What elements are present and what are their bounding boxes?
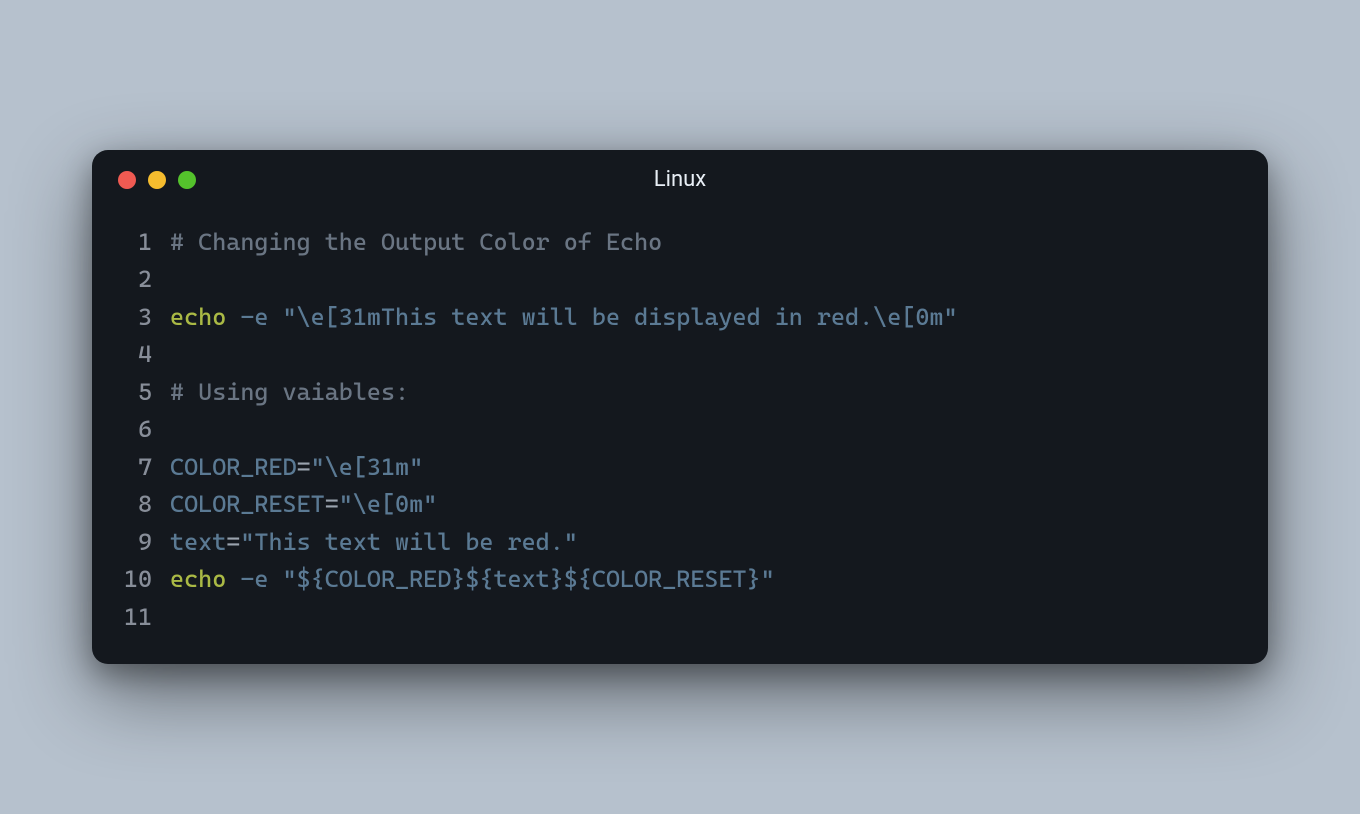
line-number: 2 bbox=[116, 261, 170, 299]
titlebar: Linux bbox=[92, 150, 1268, 210]
code-token bbox=[226, 565, 240, 593]
code-line: 9text="This text will be red." bbox=[116, 524, 1244, 562]
code-token: "\e[31mThis text will be displayed in re… bbox=[283, 303, 958, 331]
code-token bbox=[226, 303, 240, 331]
code-line: 4 bbox=[116, 336, 1244, 374]
code-token: COLOR_RED bbox=[170, 453, 297, 481]
line-number: 8 bbox=[116, 486, 170, 524]
line-content[interactable]: echo -e "\e[31mThis text will be display… bbox=[170, 299, 1244, 337]
line-number: 5 bbox=[116, 374, 170, 412]
line-number: 3 bbox=[116, 299, 170, 337]
line-number: 6 bbox=[116, 411, 170, 449]
line-content[interactable] bbox=[170, 411, 1244, 449]
line-number: 10 bbox=[116, 561, 170, 599]
code-area[interactable]: 1# Changing the Output Color of Echo23ec… bbox=[92, 210, 1268, 637]
code-line: 2 bbox=[116, 261, 1244, 299]
zoom-icon[interactable] bbox=[178, 171, 196, 189]
window-title: Linux bbox=[92, 167, 1268, 192]
line-number: 7 bbox=[116, 449, 170, 487]
line-content[interactable] bbox=[170, 261, 1244, 299]
code-line: 10echo -e "${COLOR_RED}${text}${COLOR_RE… bbox=[116, 561, 1244, 599]
code-token: -e bbox=[240, 303, 268, 331]
code-token: "\e[31m" bbox=[311, 453, 424, 481]
code-token: = bbox=[226, 528, 240, 556]
code-token: ${COLOR_RED}${text}${COLOR_RESET} bbox=[297, 565, 761, 593]
code-line: 5# Using vaiables: bbox=[116, 374, 1244, 412]
code-line: 3echo -e "\e[31mThis text will be displa… bbox=[116, 299, 1244, 337]
line-content[interactable]: COLOR_RED="\e[31m" bbox=[170, 449, 1244, 487]
line-content[interactable] bbox=[170, 336, 1244, 374]
line-number: 1 bbox=[116, 224, 170, 262]
line-number: 4 bbox=[116, 336, 170, 374]
window-controls bbox=[118, 171, 196, 189]
line-content[interactable]: COLOR_RESET="\e[0m" bbox=[170, 486, 1244, 524]
code-token: " bbox=[761, 565, 775, 593]
code-token: COLOR_RESET bbox=[170, 490, 325, 518]
line-content[interactable]: # Using vaiables: bbox=[170, 374, 1244, 412]
line-number: 11 bbox=[116, 599, 170, 637]
code-token: text bbox=[170, 528, 226, 556]
code-token bbox=[268, 565, 282, 593]
code-token: echo bbox=[170, 565, 226, 593]
line-number: 9 bbox=[116, 524, 170, 562]
minimize-icon[interactable] bbox=[148, 171, 166, 189]
code-token: = bbox=[297, 453, 311, 481]
code-token: # Changing the Output Color of Echo bbox=[170, 228, 662, 256]
line-content[interactable] bbox=[170, 599, 1244, 637]
code-line: 6 bbox=[116, 411, 1244, 449]
code-token bbox=[268, 303, 282, 331]
code-token: # Using vaiables: bbox=[170, 378, 409, 406]
code-line: 7COLOR_RED="\e[31m" bbox=[116, 449, 1244, 487]
line-content[interactable]: text="This text will be red." bbox=[170, 524, 1244, 562]
code-token: "\e[0m" bbox=[339, 490, 437, 518]
code-token: -e bbox=[240, 565, 268, 593]
code-token: echo bbox=[170, 303, 226, 331]
code-line: 11 bbox=[116, 599, 1244, 637]
close-icon[interactable] bbox=[118, 171, 136, 189]
line-content[interactable]: # Changing the Output Color of Echo bbox=[170, 224, 1244, 262]
code-token: "This text will be red." bbox=[240, 528, 578, 556]
code-line: 1# Changing the Output Color of Echo bbox=[116, 224, 1244, 262]
code-line: 8COLOR_RESET="\e[0m" bbox=[116, 486, 1244, 524]
terminal-window: Linux 1# Changing the Output Color of Ec… bbox=[92, 150, 1268, 665]
code-token: " bbox=[283, 565, 297, 593]
line-content[interactable]: echo -e "${COLOR_RED}${text}${COLOR_RESE… bbox=[170, 561, 1244, 599]
code-token: = bbox=[325, 490, 339, 518]
